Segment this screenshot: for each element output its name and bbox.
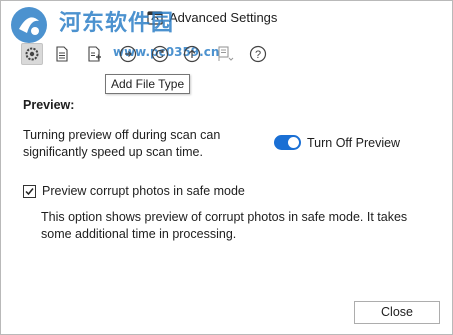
refresh-button[interactable]	[149, 43, 171, 65]
scan-button[interactable]	[117, 43, 139, 65]
safe-mode-help-text: This option shows preview of corrupt pho…	[41, 210, 408, 241]
checkmark-icon	[25, 187, 34, 195]
help-icon: ?	[249, 45, 267, 63]
preview-description: Turning preview off during scan can sign…	[23, 128, 221, 159]
svg-text:?: ?	[255, 49, 261, 61]
watermark-logo	[11, 7, 47, 43]
safe-mode-checkbox-row[interactable]: Preview corrupt photos in safe mode	[23, 184, 245, 198]
close-button[interactable]: Close	[354, 301, 440, 324]
settings-button[interactable]	[21, 43, 43, 65]
flag-dropdown-button[interactable]	[215, 43, 237, 65]
settings-gear-icon	[25, 47, 39, 61]
help-button[interactable]: ?	[247, 43, 269, 65]
add-file-type-tooltip: Add File Type	[105, 74, 191, 94]
preview-heading: Preview:	[23, 98, 75, 112]
upload-button[interactable]	[181, 43, 203, 65]
circle-arrow-icon	[119, 45, 137, 63]
add-file-type-button[interactable]	[83, 43, 105, 65]
upload-circle-icon	[183, 45, 201, 63]
toggle-knob	[288, 137, 299, 148]
safe-mode-checkbox[interactable]	[23, 184, 36, 198]
window-title: Advanced Settings	[169, 10, 278, 25]
refresh-circle-icon	[151, 45, 169, 63]
document-button[interactable]	[51, 43, 73, 65]
safe-mode-checkbox-label: Preview corrupt photos in safe mode	[42, 184, 245, 198]
advanced-settings-dialog: Advanced Settings 河东软件园 www.pc0359.cn ? …	[0, 0, 453, 335]
add-file-type-icon	[88, 46, 101, 62]
flag-dropdown-icon	[218, 46, 234, 61]
toggle-label: Turn Off Preview	[307, 135, 401, 150]
turn-off-preview-toggle[interactable]	[274, 135, 301, 150]
watermark-site-name: 河东软件园	[59, 10, 175, 36]
document-icon	[56, 46, 68, 62]
turn-off-preview-toggle-row[interactable]: Turn Off Preview	[274, 135, 400, 150]
